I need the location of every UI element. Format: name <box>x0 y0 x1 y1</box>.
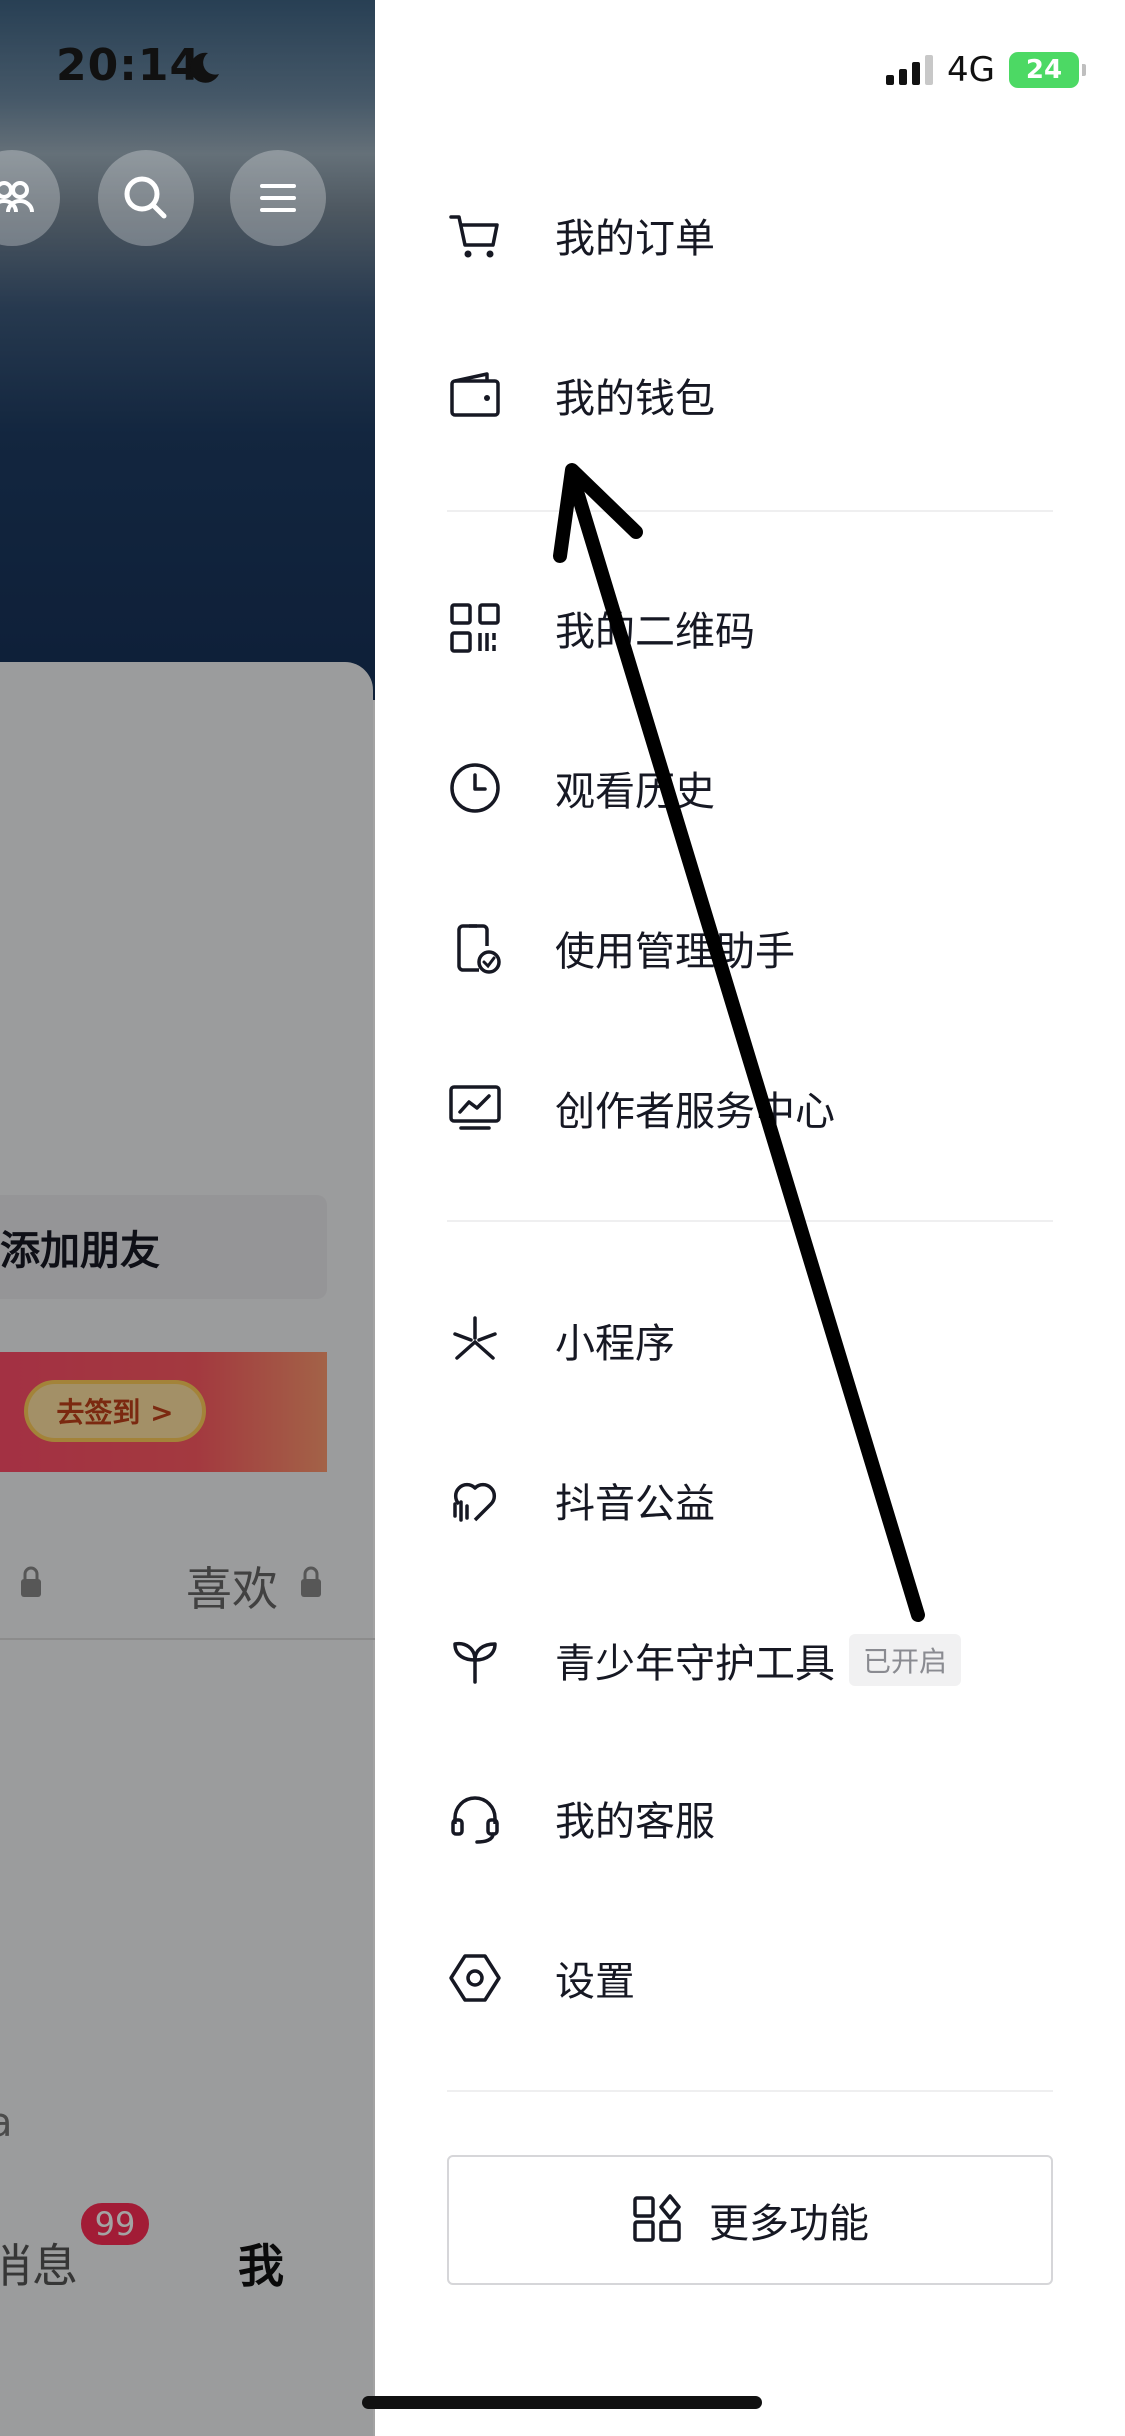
menu-item-wallet[interactable]: 我的钱包 <box>447 345 1047 445</box>
headset-icon <box>447 1790 503 1846</box>
side-drawer: 4G 24 我的订单 我的钱包 我的二维码 观看历史 使用管理助手 创作者服务中… <box>375 0 1125 2436</box>
hamburger-icon <box>260 184 296 212</box>
clock-icon <box>447 760 503 816</box>
more-features-button[interactable]: 更多功能 <box>447 2155 1053 2285</box>
more-features-label: 更多功能 <box>709 2201 869 2247</box>
menu-item-usage-assistant[interactable]: 使用管理助手 <box>447 898 1047 998</box>
menu-item-history[interactable]: 观看历史 <box>447 738 1047 838</box>
search-icon <box>124 176 167 219</box>
menu-item-customer-service[interactable]: 我的客服 <box>447 1768 1047 1868</box>
menu-item-label: 我的订单 <box>555 216 715 262</box>
dim-overlay[interactable] <box>0 0 375 2436</box>
menu-item-label: 我的钱包 <box>555 376 715 422</box>
friends-icon <box>0 181 34 213</box>
moon-icon <box>190 52 219 83</box>
menu-item-label: 观看历史 <box>555 769 715 815</box>
phone-check-icon <box>447 920 503 976</box>
mini-program-icon <box>447 1312 503 1368</box>
menu-item-qr-code[interactable]: 我的二维码 <box>447 578 1047 678</box>
signal-icon <box>886 55 934 85</box>
battery-icon: 24 <box>1009 52 1086 88</box>
search-button[interactable] <box>98 150 194 246</box>
heart-charity-icon <box>447 1472 503 1528</box>
menu-item-label: 设置 <box>555 1959 635 2005</box>
menu-item-label: 青少年守护工具 <box>555 1641 835 1687</box>
menu-item-youth-protection[interactable]: 青少年守护工具 已开启 <box>447 1610 1047 1710</box>
section-divider <box>447 2090 1053 2092</box>
apps-grid-icon <box>633 2194 681 2242</box>
menu-item-orders[interactable]: 我的订单 <box>447 185 1047 285</box>
home-indicator <box>362 2396 762 2409</box>
enabled-tag: 已开启 <box>849 1634 962 1686</box>
menu-item-charity[interactable]: 抖音公益 <box>447 1450 1047 1550</box>
section-divider <box>447 1220 1053 1222</box>
menu-button[interactable] <box>230 150 326 246</box>
wallet-icon <box>447 367 503 423</box>
menu-item-label: 创作者服务中心 <box>555 1089 835 1135</box>
menu-item-settings[interactable]: 设置 <box>447 1928 1047 2028</box>
menu-item-creator-center[interactable]: 创作者服务中心 <box>447 1058 1047 1158</box>
status-indicators: 4G 24 <box>886 50 1086 90</box>
cart-icon <box>447 207 503 263</box>
profile-page-background: 添加朋友 去签到 > 喜欢 a 消息 99 我 20:14 <box>0 0 375 2436</box>
network-type: 4G <box>947 50 995 90</box>
menu-item-label: 抖音公益 <box>555 1481 715 1527</box>
menu-item-label: 小程序 <box>555 1321 675 1367</box>
menu-item-label: 我的客服 <box>555 1799 715 1845</box>
monitor-chart-icon <box>447 1080 503 1136</box>
menu-item-label: 我的二维码 <box>555 609 755 655</box>
menu-item-mini-programs[interactable]: 小程序 <box>447 1290 1047 1390</box>
menu-item-label: 使用管理助手 <box>555 929 795 975</box>
qr-code-icon <box>447 600 503 656</box>
status-time: 20:14 <box>56 40 202 91</box>
settings-hex-icon <box>447 1950 503 2006</box>
section-divider <box>447 510 1053 512</box>
sprout-icon <box>447 1632 503 1688</box>
